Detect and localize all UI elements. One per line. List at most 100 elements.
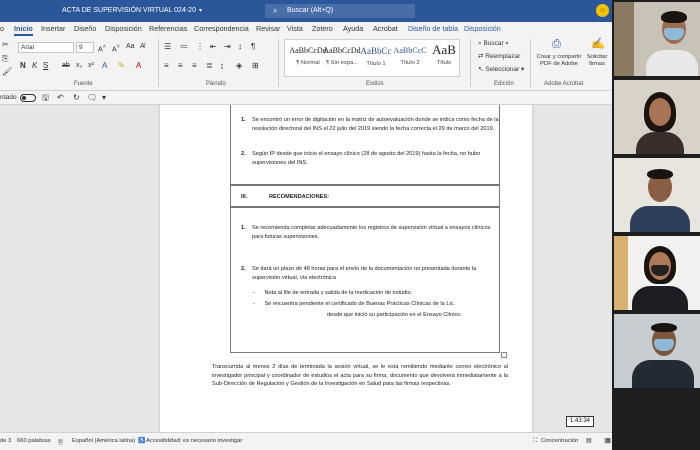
line-spacing-icon[interactable]: ↨ [220,61,224,71]
search-box[interactable]: ⌕ Buscar (Alt+Q) [265,4,415,18]
tab-zotero[interactable]: Zotero [312,24,333,33]
align-right-icon[interactable]: ≡ [192,61,197,71]
strikethrough-icon[interactable]: ab [62,61,70,71]
background-door [614,2,634,76]
pilcrow-icon[interactable]: ¶ [251,42,255,52]
decrease-indent-icon[interactable]: ⇤ [210,42,217,52]
language-status[interactable]: Español (América latina) [72,438,135,444]
focus-mode-button[interactable]: Concentración [541,438,578,444]
increase-indent-icon[interactable]: ⇥ [224,42,231,52]
tab-design[interactable]: Diseño [74,24,96,33]
tab-review[interactable]: Revisar [256,24,280,33]
text-effects-icon[interactable]: A [102,61,107,71]
participant-hair [661,11,687,23]
tab-acrobat[interactable]: Acrobat [373,24,398,33]
customize-toolbar-icon[interactable]: ▾ [102,93,106,103]
tab-table-layout[interactable]: Disposición [464,24,501,33]
justify-icon[interactable]: ≣ [206,61,213,71]
participant-body [646,50,698,76]
participant-tile[interactable] [614,80,700,154]
grow-font-icon[interactable]: A˄ [98,42,106,55]
request-signatures-icon[interactable]: ✍ [591,39,605,50]
cut-icon[interactable]: ✂ [2,40,9,50]
clear-format-icon[interactable]: A̸ [140,42,145,52]
table-resize-handle[interactable] [501,352,507,358]
styles-gallery: AaBbCcDd ¶ Normal AaBbCcDd ¶ Sin espa...… [284,39,460,77]
create-share-pdf-button[interactable]: Crear y compartir PDF de Adobe [534,54,584,68]
tab-table-design[interactable]: Diseño de tabla [408,24,458,33]
shrink-font-icon[interactable]: A˅ [112,42,120,55]
group-divider [158,39,159,87]
focus-icon[interactable]: ⛶ [533,438,537,445]
replace-button[interactable]: ⇄ Reemplazar [478,52,520,62]
participant-tile[interactable] [614,236,700,310]
request-signatures-button[interactable]: Solicitar firmas [582,54,612,68]
align-left-icon[interactable]: ≡ [164,61,169,71]
document-page[interactable]: 1. Se encontró un error de digitación en… [160,105,532,432]
style-title[interactable]: AaB Título [423,42,465,76]
superscript-icon[interactable]: x² [88,61,94,71]
borders-icon[interactable]: ⊞ [252,61,259,71]
undo-icon[interactable]: ↶ [57,93,64,103]
autosave-toggle[interactable] [20,94,36,102]
sub-list-item[interactable]: - Nota al file de entrada y salida de la… [253,289,412,298]
highlight-icon[interactable]: ✎ [118,61,125,71]
table-section-2[interactable]: 1. Se encontró un error de digitación en… [230,105,500,185]
video-call-gallery [612,0,700,450]
tab-home[interactable]: Inicio [14,24,33,36]
ribbon-tabs: o Inicio Insertar Diseño Disposición Ref… [0,22,612,36]
group-divider [278,39,279,87]
document-title[interactable]: ACTA DE SUPERVISIÓN VIRTUAL 024-20 ▾ [62,7,202,14]
participant-body [630,206,690,232]
word-count[interactable]: 660 palabras [17,438,51,444]
table-section-3-body[interactable]: 1. Se recomienda completar adecuadamente… [230,207,500,353]
page-count[interactable]: de 3 [0,438,11,444]
participant-tile[interactable] [614,158,700,232]
format-painter-icon[interactable]: 🖌 [2,67,12,77]
italic-icon[interactable]: K [32,61,37,71]
tab-file[interactable]: o [0,24,4,33]
shading-icon[interactable]: ◈ [236,61,242,71]
comment-icon[interactable]: 🗨 [87,93,97,103]
tab-layout[interactable]: Disposición [105,24,142,33]
tab-mailings[interactable]: Correspondencia [194,24,249,33]
sort-icon[interactable]: ↕ [238,42,242,52]
select-button[interactable]: ↖ Seleccionar ▾ [478,65,524,75]
multilevel-list-icon[interactable]: ⋮ [196,42,204,52]
document-canvas[interactable]: 1. Se encontró un error de digitación en… [0,105,612,432]
read-mode-icon[interactable]: ▤ [586,438,591,444]
bold-icon[interactable]: N [20,61,26,71]
group-label-editing: Edición [494,81,514,87]
word-window: ACTA DE SUPERVISIÓN VIRTUAL 024-20 ▾ ⌕ Bu… [0,0,612,450]
align-center-icon[interactable]: ≡ [178,61,183,71]
print-layout-icon[interactable]: ▦ [604,438,612,444]
font-color-icon[interactable]: A [136,61,141,71]
redo-icon[interactable]: ↻ [73,93,80,103]
pdf-create-icon[interactable]: ⎙ [552,39,561,50]
find-button[interactable]: ⌕ Buscar ▾ [478,39,508,49]
copy-icon[interactable]: ⎘ [2,54,8,64]
change-case-icon[interactable]: Aa [126,42,135,52]
font-size-select[interactable]: 9 [76,42,94,53]
table-section-3-header[interactable]: III. RECOMENDACIONES: [230,185,500,207]
section-number: III. [241,194,248,200]
profile-avatar[interactable]: ☺ [596,4,609,17]
tab-view[interactable]: Vista [287,24,303,33]
underline-icon[interactable]: S [43,61,48,71]
group-divider [470,39,471,87]
font-name-select[interactable]: Arial [18,42,74,53]
tab-help[interactable]: Ayuda [343,24,363,33]
sub-list-item[interactable]: - Se encuentra pendiente el certificado … [253,300,455,309]
subscript-icon[interactable]: x₂ [76,61,82,71]
bullets-icon[interactable]: ☰ [164,42,171,52]
numbering-icon[interactable]: ≔ [180,42,188,52]
accessibility-status[interactable]: Accesibilidad: es necesario investigar [146,438,242,444]
dash-bullet: - [253,301,255,307]
participant-tile[interactable] [614,2,700,76]
tab-insert[interactable]: Insertar [41,24,65,33]
proofing-icon[interactable]: 🗎 [58,438,63,448]
save-icon[interactable]: 🖫 [42,93,49,103]
participant-tile[interactable] [614,314,700,388]
chevron-down-icon[interactable]: ▾ [199,8,202,14]
tab-references[interactable]: Referencias [149,24,187,33]
